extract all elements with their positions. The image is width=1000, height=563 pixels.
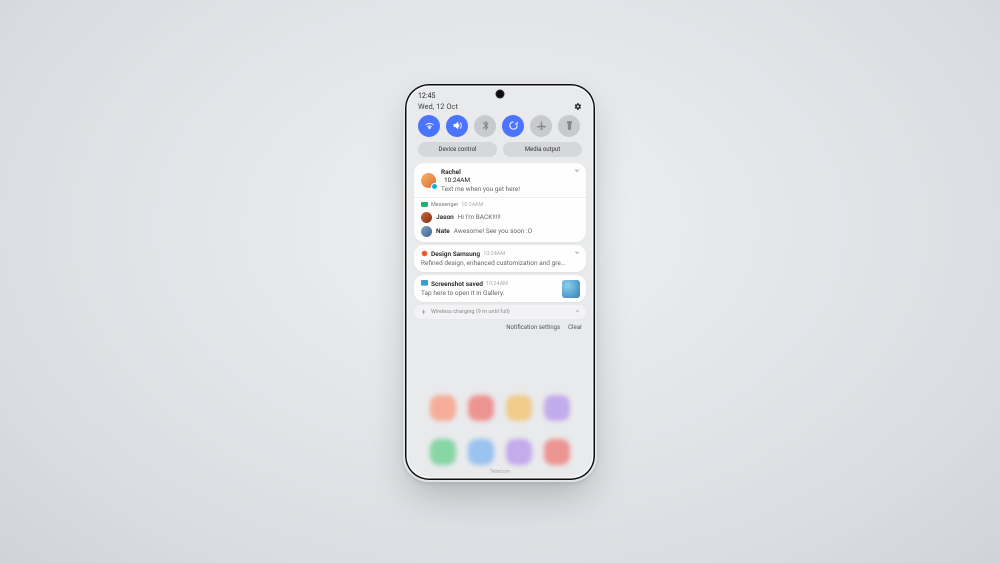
notification-screenshot[interactable]: Screenshot saved 10:24AM Tap here to ope…	[414, 275, 586, 302]
sender-name: Rachel	[441, 168, 461, 176]
front-camera	[497, 91, 503, 97]
app-name: Messenger	[431, 202, 458, 208]
notification-body: Text me when you get here!	[441, 185, 520, 193]
messages-badge-icon	[431, 183, 438, 190]
bluetooth-toggle[interactable]	[474, 115, 496, 137]
notification-settings-link[interactable]: Notification settings	[506, 324, 560, 331]
media-output-chip[interactable]: Media output	[503, 142, 582, 157]
message-text: Awesome! See you soon :O	[454, 227, 532, 235]
quick-settings-row	[408, 115, 592, 142]
notification-time: 10:24AM	[483, 251, 505, 257]
phone-frame: 12:45 Wed, 12 Oct	[403, 82, 597, 482]
rotate-toggle[interactable]	[502, 115, 524, 137]
carrier-label: Telecom	[408, 469, 592, 475]
flashlight-toggle[interactable]	[558, 115, 580, 137]
notification-body: Refined design, enhanced customization a…	[421, 259, 579, 267]
charging-text: Wireless charging (9 m until full)	[431, 309, 510, 315]
clear-notifications-button[interactable]: Clear	[568, 324, 582, 331]
sound-toggle[interactable]	[446, 115, 468, 137]
avatar	[421, 226, 432, 237]
sender-name: Nate	[436, 227, 450, 235]
avatar	[421, 212, 432, 223]
sender-name: Jason	[436, 213, 454, 221]
chevron-down-icon	[574, 168, 580, 174]
notification-time: 10:24AM	[444, 176, 520, 184]
notification-time: 10:24AM	[461, 202, 483, 208]
bluetooth-icon	[480, 120, 491, 131]
device-control-chip[interactable]: Device control	[418, 142, 497, 157]
notification-rachel[interactable]: Rachel 10:24AM Text me when you get here…	[414, 163, 586, 242]
wifi-icon	[424, 120, 435, 131]
chevron-down-icon	[575, 309, 580, 314]
notification-design-samsung[interactable]: Design Samsung 10:24AM Refined design, e…	[414, 245, 586, 272]
chevron-down-icon	[574, 250, 580, 256]
gallery-app-icon	[421, 280, 428, 287]
bolt-icon	[421, 309, 427, 315]
notification-title: Screenshot saved	[431, 280, 483, 288]
phone-screen: 12:45 Wed, 12 Oct	[408, 87, 592, 477]
airplane-icon	[536, 120, 547, 131]
clock: 12:45	[418, 92, 435, 100]
flashlight-icon	[564, 120, 575, 131]
airplane-toggle[interactable]	[530, 115, 552, 137]
messenger-app-icon	[421, 202, 428, 209]
notification-time: 10:24AM	[486, 281, 508, 287]
screenshot-thumbnail	[562, 280, 580, 298]
status-date: Wed, 12 Oct	[418, 102, 458, 111]
sound-icon	[452, 120, 463, 131]
wifi-toggle[interactable]	[418, 115, 440, 137]
notification-title: Design Samsung	[431, 250, 480, 258]
notification-charging[interactable]: Wireless charging (9 m until full)	[414, 305, 586, 319]
rotate-icon	[508, 120, 519, 131]
home-screen-blur	[408, 345, 592, 465]
settings-gear-icon[interactable]	[573, 102, 582, 111]
samsung-app-icon	[421, 250, 428, 257]
message-text: Hi I'm BACK!!!!!	[458, 213, 501, 221]
avatar	[421, 173, 436, 188]
notification-body: Tap here to open it in Gallery.	[421, 289, 579, 297]
